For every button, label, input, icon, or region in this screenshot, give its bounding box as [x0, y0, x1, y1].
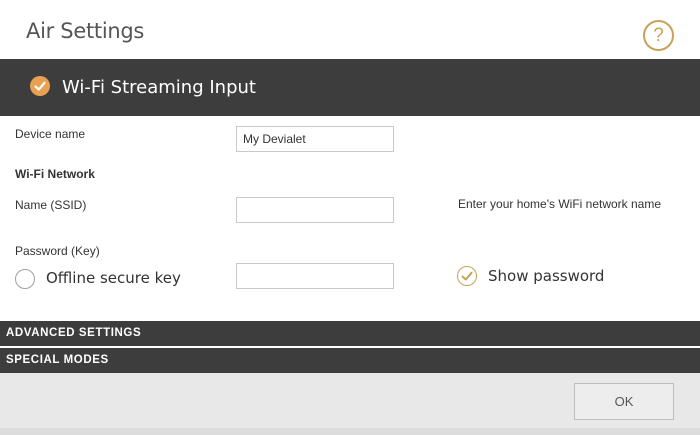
check-icon	[34, 81, 46, 91]
ssid-label: Name (SSID)	[15, 198, 87, 212]
wifi-streaming-section-header[interactable]: Wi-Fi Streaming Input	[0, 59, 700, 116]
device-name-input[interactable]	[236, 126, 394, 152]
ok-button[interactable]: OK	[574, 383, 674, 420]
password-input[interactable]	[236, 263, 394, 289]
page-title: Air Settings	[26, 19, 145, 43]
section-enabled-toggle[interactable]	[30, 76, 50, 96]
title-bar: Air Settings ?	[0, 0, 700, 59]
special-modes-panel[interactable]: SPECIAL MODES	[0, 348, 700, 373]
help-button[interactable]: ?	[643, 20, 674, 51]
ssid-hint: Enter your home's WiFi network name	[458, 197, 662, 211]
wifi-network-heading: Wi-Fi Network	[15, 167, 95, 181]
help-icon: ?	[653, 25, 664, 46]
section-title: Wi-Fi Streaming Input	[62, 77, 256, 98]
footer: OK	[0, 373, 700, 435]
device-name-label: Device name	[15, 127, 86, 141]
offline-key-label: Offline secure key	[46, 269, 181, 287]
offline-key-radio[interactable]	[15, 269, 35, 289]
footer-divider	[0, 428, 700, 435]
advanced-settings-panel[interactable]: ADVANCED SETTINGS	[0, 321, 700, 346]
show-password-checkbox[interactable]	[457, 266, 477, 286]
ssid-input[interactable]	[236, 197, 394, 223]
check-icon	[461, 271, 472, 280]
password-label: Password (Key)	[15, 244, 100, 258]
show-password-label: Show password	[488, 267, 605, 285]
